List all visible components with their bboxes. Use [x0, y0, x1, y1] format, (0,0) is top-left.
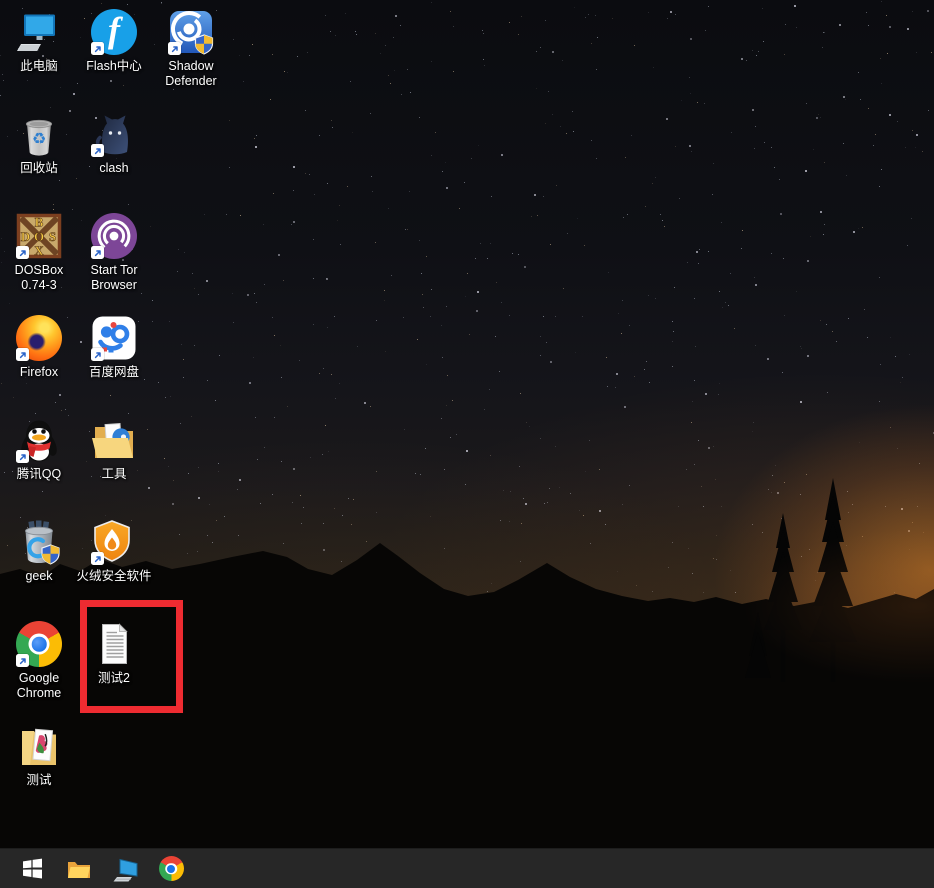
desktop-icon-tools-folder[interactable]: 工具: [76, 416, 152, 482]
svg-text:X: X: [34, 243, 44, 258]
start-button[interactable]: [11, 849, 55, 888]
desktop-icon-label: Google Chrome: [16, 671, 62, 700]
this-pc-icon: [15, 8, 63, 56]
desktop-icon-label: 工具: [101, 467, 127, 481]
folder-test-icon: [15, 722, 63, 770]
taskbar: [0, 848, 934, 888]
windows-desktop: 此电脑 f Flash中心 Shadow Defender ♻ 回收站 clash…: [0, 0, 934, 888]
desktop-icon-baidu-netdisk[interactable]: 百度网盘: [76, 314, 152, 380]
desktop-icon-label: Shadow Defender: [165, 59, 217, 88]
windows-start-icon: [23, 858, 42, 878]
shadow-defender-icon: [167, 8, 215, 56]
desktop-icon-tor-browser[interactable]: Start Tor Browser: [76, 212, 152, 293]
desktop-icon-label: 此电脑: [20, 59, 58, 73]
tor-onion-icon: [90, 212, 138, 260]
shortcut-arrow-icon: [91, 42, 104, 55]
desktop-icon-label: 火绒安全软件: [76, 569, 152, 583]
desktop-icon-flash-center[interactable]: f Flash中心: [76, 8, 152, 74]
desktop-icon-label: 测试2: [98, 671, 130, 685]
svg-text:D: D: [21, 229, 30, 244]
text-document-icon: [90, 620, 138, 668]
desktop-icon-label: geek: [25, 569, 53, 583]
desktop-icon-geek[interactable]: geek: [1, 518, 77, 584]
desktop-icon-grid: 此电脑 f Flash中心 Shadow Defender ♻ 回收站 clash…: [0, 0, 934, 888]
desktop-icon-firefox[interactable]: Firefox: [1, 314, 77, 380]
shortcut-arrow-icon: [91, 144, 104, 157]
desktop-icon-google-chrome[interactable]: Google Chrome: [1, 620, 77, 701]
desktop-icon-huorong[interactable]: 火绒安全软件: [76, 518, 152, 584]
recycle-bin-icon: ♻: [15, 110, 63, 158]
file-explorer-icon: [68, 861, 90, 878]
shortcut-arrow-icon: [16, 654, 29, 667]
shortcut-arrow-icon: [16, 348, 29, 361]
huorong-shield-icon: [90, 518, 138, 566]
taskbar-explorer-button[interactable]: [57, 849, 101, 888]
desktop-icon-label: clash: [99, 161, 129, 175]
desktop-icon-recycle-bin[interactable]: ♻ 回收站: [1, 110, 77, 176]
qq-penguin-icon: [15, 416, 63, 464]
desktop-icon-clash[interactable]: clash: [76, 110, 152, 176]
taskbar-chrome-button[interactable]: [149, 849, 193, 888]
pc-monitor-icon: [113, 858, 138, 881]
desktop-icon-label: Start Tor Browser: [90, 263, 138, 292]
flash-center-icon: f: [90, 8, 138, 56]
desktop-icon-label: Flash中心: [86, 59, 142, 73]
shortcut-arrow-icon: [16, 246, 29, 259]
desktop-icon-label: 测试: [26, 773, 52, 787]
shortcut-arrow-icon: [168, 42, 181, 55]
shortcut-arrow-icon: [91, 246, 104, 259]
svg-text:B: B: [35, 215, 44, 230]
desktop-icon-tencent-qq[interactable]: 腾讯QQ: [1, 416, 77, 482]
desktop-icon-label: 回收站: [20, 161, 58, 175]
shortcut-arrow-icon: [16, 450, 29, 463]
shortcut-arrow-icon: [91, 348, 104, 361]
taskbar-pc-button[interactable]: [103, 849, 147, 888]
dosbox-icon: BDO SX: [15, 212, 63, 260]
desktop-icon-test-folder[interactable]: 测试: [1, 722, 77, 788]
geek-uninstaller-icon: [15, 518, 63, 566]
desktop-icon-this-pc[interactable]: 此电脑: [1, 8, 77, 74]
desktop-icon-shadow-defender[interactable]: Shadow Defender: [153, 8, 229, 89]
desktop-icon-label: DOSBox 0.74-3: [14, 263, 64, 292]
shortcut-arrow-icon: [91, 552, 104, 565]
desktop-icon-label: 百度网盘: [88, 365, 139, 379]
clash-cat-icon: [90, 110, 138, 158]
desktop-icon-label: 腾讯QQ: [16, 467, 62, 481]
desktop-icon-label: Firefox: [19, 365, 59, 379]
desktop-icon-dosbox[interactable]: BDO SX DOSBox 0.74-3: [1, 212, 77, 293]
svg-text:S: S: [49, 229, 56, 244]
chrome-icon: [15, 620, 63, 668]
svg-text:O: O: [34, 229, 44, 244]
svg-text:♻: ♻: [32, 131, 46, 148]
chrome-icon: [158, 856, 184, 881]
folder-tools-icon: [90, 416, 138, 464]
baidu-netdisk-icon: [90, 314, 138, 362]
firefox-icon: [15, 314, 63, 362]
desktop-icon-test2-doc[interactable]: 测试2: [76, 620, 152, 686]
